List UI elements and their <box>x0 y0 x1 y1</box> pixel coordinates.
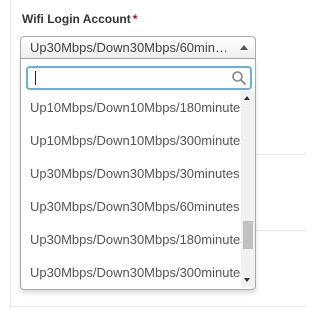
list-item[interactable]: Up30Mbps/Down30Mbps/300minutes <box>30 256 241 287</box>
panel-bottom-border <box>10 306 306 307</box>
field-label: Wifi Login Account * <box>22 12 137 26</box>
scroll-track[interactable] <box>243 107 253 271</box>
list-item[interactable]: Up10Mbps/Down10Mbps/300minutes <box>30 124 241 157</box>
search-input[interactable] <box>28 68 224 88</box>
scrollbar[interactable] <box>241 91 255 287</box>
list-item[interactable]: Up30Mbps/Down30Mbps/180minutes <box>30 223 241 256</box>
dropdown-panel: Up10Mbps/Down10Mbps/180minutes Up10Mbps/… <box>20 59 256 290</box>
text-cursor <box>35 71 36 85</box>
required-marker: * <box>132 12 138 26</box>
background-divider <box>256 230 306 231</box>
search-icon <box>232 71 246 85</box>
list-item[interactable]: Up30Mbps/Down30Mbps/30minutes <box>30 157 240 190</box>
scroll-up-arrow-icon[interactable] <box>244 96 250 100</box>
list-item[interactable]: Up10Mbps/Down10Mbps/180minutes <box>30 91 241 124</box>
wifi-account-select[interactable]: Up30Mbps/Down30Mbps/60minutes <box>20 36 256 59</box>
panel-left-border <box>10 0 11 309</box>
options-list: Up10Mbps/Down10Mbps/180minutes Up10Mbps/… <box>21 91 241 287</box>
caret-up-icon <box>240 45 248 50</box>
scroll-thumb[interactable] <box>243 221 253 249</box>
selected-value: Up30Mbps/Down30Mbps/60minutes <box>30 40 234 55</box>
scroll-down-arrow-icon[interactable] <box>244 278 250 282</box>
search-field[interactable] <box>26 66 252 90</box>
background-divider <box>256 154 306 155</box>
list-item[interactable]: Up30Mbps/Down30Mbps/60minutes <box>30 190 240 223</box>
field-label-text: Wifi Login Account <box>22 12 131 26</box>
